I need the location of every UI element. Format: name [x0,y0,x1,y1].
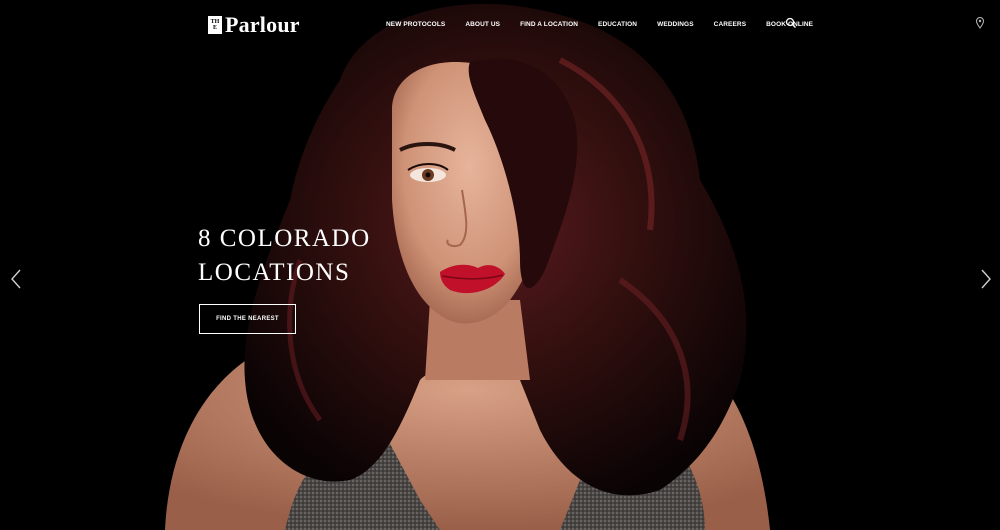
map-pin-icon[interactable] [975,17,985,29]
nav-education[interactable]: EDUCATION [598,21,637,28]
find-nearest-button[interactable]: FIND THE NEAREST [199,304,296,334]
nav-careers[interactable]: CAREERS [714,21,746,28]
nav-weddings[interactable]: WEDDINGS [657,21,694,28]
hero-portrait-image [165,3,770,530]
main-navigation: NEW PROTOCOLS ABOUT US FIND A LOCATION E… [386,18,833,30]
logo-wordmark: Parlour [225,12,300,37]
search-icon[interactable] [785,17,797,29]
slide-headline-line2: LOCATIONS [198,259,351,286]
chevron-right-icon[interactable] [980,268,992,290]
nav-find-a-location[interactable]: FIND A LOCATION [520,21,578,28]
slide-headline-line1: 8 COLORADO [198,225,371,252]
nav-about-us[interactable]: ABOUT US [465,21,500,28]
slide-headline: 8 COLORADO LOCATIONS [198,222,438,290]
logo-mark: TH E [208,16,222,34]
chevron-left-icon[interactable] [10,268,22,290]
nav-new-protocols[interactable]: NEW PROTOCOLS [386,21,445,28]
hero-slider: TH E Parlour NEW PROTOCOLS ABOUT US FIND… [0,0,1000,530]
site-logo[interactable]: TH E Parlour [208,12,300,38]
logo-mark-line2: E [212,25,217,31]
